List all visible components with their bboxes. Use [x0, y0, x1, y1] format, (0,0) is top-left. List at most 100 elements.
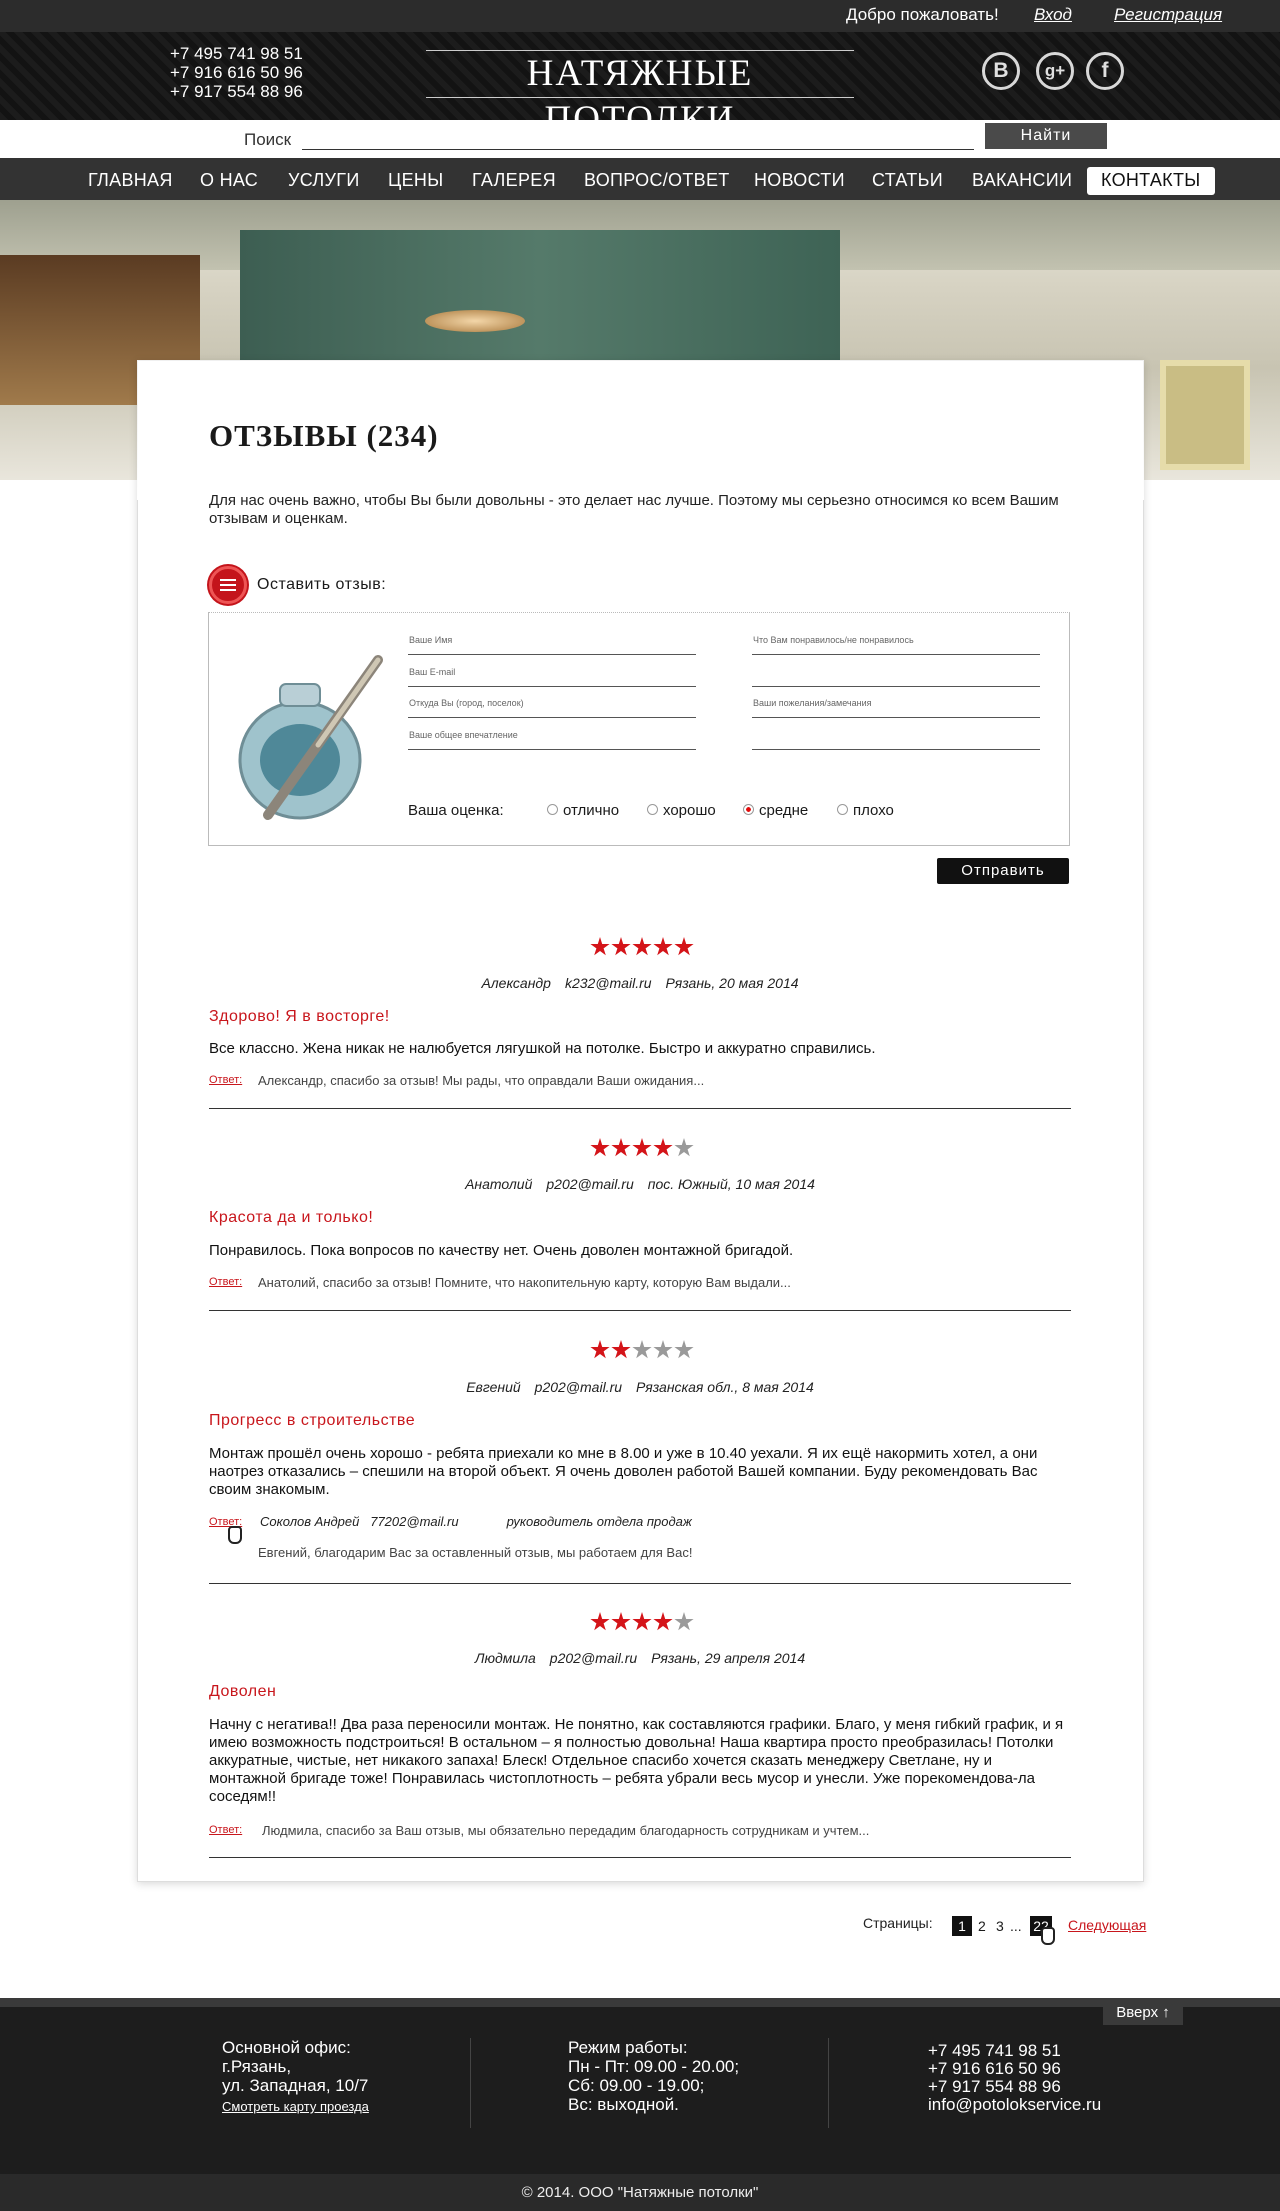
rating-radio-average[interactable] [743, 804, 754, 815]
review-seal-icon [209, 566, 247, 604]
review-4-answer-link[interactable]: Ответ: [209, 1824, 242, 1836]
location-field-label: Откуда Вы (город, поселок) [409, 698, 524, 708]
star-filled-icon [674, 937, 694, 956]
page-1[interactable]: 1 [952, 1916, 972, 1936]
wishes-field[interactable]: Ваши пожелания/замечания [752, 698, 1040, 718]
review-author: Александр [481, 975, 551, 991]
review-1-answer-link[interactable]: Ответ: [209, 1074, 242, 1086]
rating-label-good: хорошо [663, 802, 716, 819]
nav-item-about[interactable]: О НАС [186, 167, 272, 195]
review-2-answer-link[interactable]: Ответ: [209, 1276, 242, 1288]
site-header: +7 495 741 98 51 +7 916 616 50 96 +7 917… [0, 32, 1280, 140]
star-filled-icon [632, 937, 652, 956]
email-field[interactable]: Ваш E-mail [408, 667, 696, 687]
review-divider [209, 1583, 1071, 1584]
review-3-meta: Евгений p202@mail.ru Рязанская обл., 8 мая… [140, 1379, 1140, 1395]
top-bar: Добро пожаловать! Вход Регистрация [0, 0, 1280, 32]
review-4-meta: Людмила p202@mail.ru Рязань, 29 апреля 201… [140, 1650, 1140, 1666]
review-3-answer: Евгений, благодарим Вас за оставленный о… [258, 1545, 693, 1560]
email-field-label: Ваш E-mail [409, 667, 456, 677]
review-1-answer: Александр, спасибо за отзыв! Мы рады, чт… [258, 1073, 705, 1088]
review-1-meta: Александр k232@mail.ru Рязань, 20 мая 2014 [140, 975, 1140, 991]
search-button[interactable]: Найти [985, 123, 1107, 149]
nav-item-news[interactable]: НОВОСТИ [740, 167, 859, 195]
review-4-answer: Людмила, спасибо за Ваш отзыв, мы обязат… [262, 1823, 870, 1838]
answerer-role: руководитель отдела продаж [506, 1514, 692, 1529]
star-filled-icon [590, 1138, 610, 1157]
nav-item-home[interactable]: ГЛАВНАЯ [74, 167, 187, 195]
footer-separator [470, 2038, 471, 2128]
header-phones: +7 495 741 98 51 +7 916 616 50 96 +7 917… [170, 44, 303, 101]
review-3-answerer: Соколов Андрей 77202@mail.ru руководитель… [260, 1514, 692, 1529]
rating-radio-good[interactable] [647, 804, 658, 815]
review-2-stars [590, 1138, 694, 1160]
scroll-up-button[interactable]: Вверх ↑ [1103, 2000, 1183, 2025]
likes-field[interactable]: Что Вам понравилось/не понравилось [752, 635, 1040, 655]
register-link[interactable]: Регистрация [1114, 5, 1222, 25]
nav-item-articles[interactable]: СТАТЬИ [858, 167, 957, 195]
wishes-field-label: Ваши пожелания/замечания [753, 698, 872, 708]
rating-radio-excellent[interactable] [547, 804, 558, 815]
submit-button[interactable]: Отправить [937, 858, 1069, 884]
star-filled-icon [590, 1612, 610, 1631]
page-3[interactable]: 3 [996, 1916, 1004, 1936]
location-field[interactable]: Откуда Вы (город, поселок) [408, 698, 696, 718]
rating-radio-bad[interactable] [837, 804, 848, 815]
review-2-text: Понравилось. Пока вопросов по качеству н… [209, 1242, 794, 1259]
vk-icon[interactable]: В [982, 52, 1020, 90]
wishes-field-2[interactable] [752, 730, 1040, 750]
hand-cursor-icon [228, 1526, 242, 1544]
page-2[interactable]: 2 [978, 1916, 986, 1936]
office-street: ул. Западная, 10/7 [222, 2076, 369, 2095]
review-divider [209, 1310, 1071, 1311]
nav-item-faq[interactable]: ВОПРОС/ОТВЕТ [570, 167, 744, 195]
impression-field[interactable]: Ваше общее впечатление [408, 730, 696, 750]
google-plus-icon[interactable]: g+ [1036, 52, 1074, 90]
map-link[interactable]: Смотреть карту проезда [222, 2097, 369, 2116]
nav-item-prices[interactable]: ЦЕНЫ [374, 167, 457, 195]
footer-email[interactable]: info@potolokservice.ru [928, 2096, 1101, 2114]
copyright: © 2014. ООО "Натяжные потолки" [0, 2174, 1280, 2211]
hand-cursor-icon [1041, 1927, 1055, 1945]
review-email: p202@mail.ru [549, 1650, 638, 1666]
nav-item-services[interactable]: УСЛУГИ [274, 167, 374, 195]
footer-phone-1: +7 495 741 98 51 [928, 2041, 1061, 2060]
likes-field-2[interactable] [752, 667, 1040, 687]
star-filled-icon [590, 937, 610, 956]
search-row: Поиск Найти [0, 120, 1280, 158]
nav-item-contacts[interactable]: КОНТАКТЫ [1087, 167, 1215, 195]
review-4-text: Начну с негатива!! Два раза переносили м… [209, 1716, 1064, 1805]
review-1-title: Здорово! Я в восторге! [209, 1008, 390, 1025]
star-empty-icon [632, 1340, 652, 1359]
hero-lamp [425, 310, 525, 332]
review-author: Евгений [466, 1379, 521, 1395]
office-title: Основной офис: [222, 2038, 351, 2057]
review-1-stars [590, 937, 694, 959]
search-input[interactable] [302, 128, 974, 150]
name-field[interactable]: Ваше Имя [408, 635, 696, 655]
footer-top-bar [0, 1998, 1280, 2007]
next-page-link[interactable]: Следующая [1068, 1917, 1146, 1933]
nav-item-gallery[interactable]: ГАЛЕРЕЯ [458, 167, 570, 195]
star-filled-icon [653, 937, 673, 956]
login-link[interactable]: Вход [1034, 5, 1072, 25]
star-empty-icon [674, 1612, 694, 1631]
impression-field-label: Ваше общее впечатление [409, 730, 518, 740]
star-filled-icon [653, 1612, 673, 1631]
review-3-stars [590, 1340, 694, 1362]
answerer-email: 77202@mail.ru [370, 1514, 459, 1529]
site-logo[interactable]: НАТЯЖНЫЕ ПОТОЛКИ [426, 50, 854, 140]
star-filled-icon [611, 1612, 631, 1631]
footer-contacts: +7 495 741 98 51 +7 916 616 50 96 +7 917… [928, 2042, 1101, 2114]
facebook-icon[interactable]: f [1086, 52, 1124, 90]
nav-item-vacancies[interactable]: ВАКАНСИИ [958, 167, 1086, 195]
office-city: г.Рязань, [222, 2057, 292, 2076]
star-filled-icon [611, 1340, 631, 1359]
star-filled-icon [611, 937, 631, 956]
review-email: p202@mail.ru [534, 1379, 623, 1395]
review-place-date: Рязань, 29 апреля 2014 [651, 1650, 806, 1666]
review-place-date: Рязанская обл., 8 мая 2014 [636, 1379, 814, 1395]
search-label: Поиск [244, 130, 292, 149]
leave-review-label: Оставить отзыв: [257, 576, 387, 593]
phone-2: +7 916 616 50 96 [170, 63, 303, 82]
